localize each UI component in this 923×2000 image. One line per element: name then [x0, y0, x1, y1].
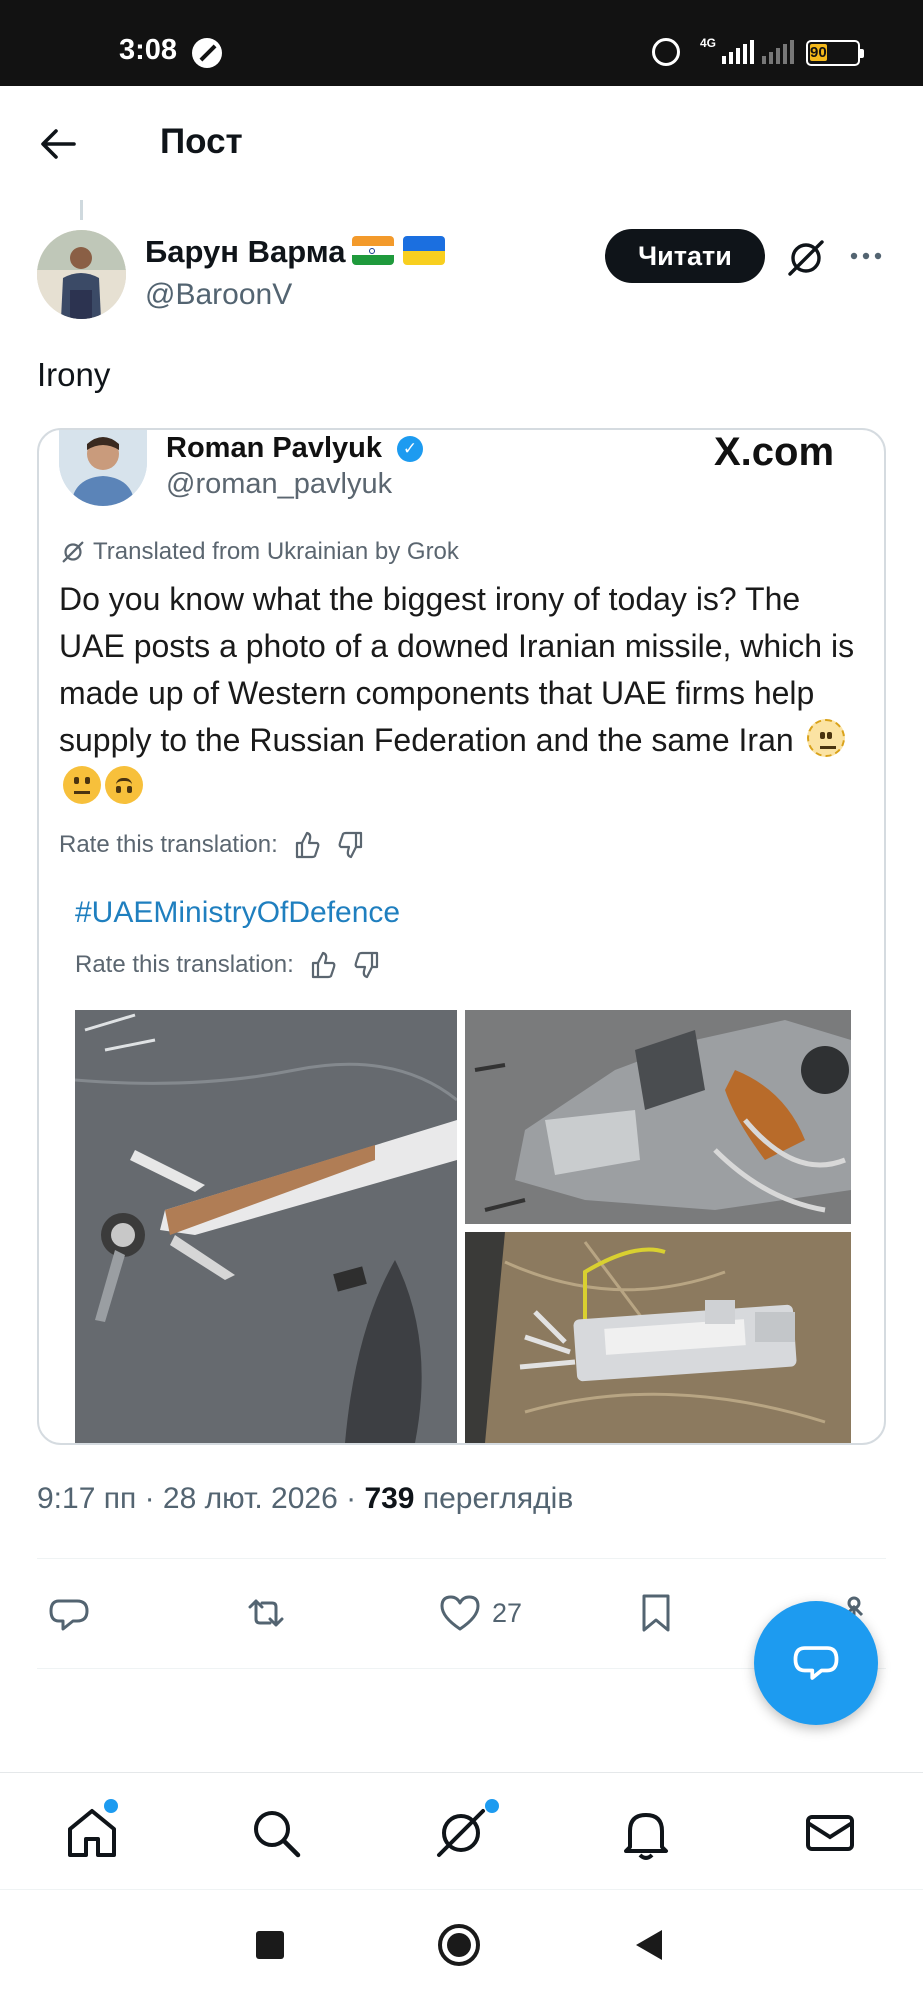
compose-reply-button[interactable] — [754, 1601, 878, 1725]
recents-button[interactable] — [256, 1931, 284, 1959]
grok-notification-dot — [485, 1799, 499, 1813]
grok-icon — [788, 240, 824, 276]
views-label: переглядів — [422, 1482, 574, 1515]
electronics-photo[interactable] — [465, 1232, 851, 1443]
tweet-date: 28 лют. 2026 — [162, 1482, 338, 1515]
rate-translation-label: Rate this translation: — [59, 831, 278, 858]
embedded-author-handle: @roman_pavlyuk — [166, 468, 393, 500]
nav-home[interactable] — [62, 1799, 122, 1863]
author-name[interactable]: Барун Варма — [145, 234, 346, 270]
meta-separator: · — [144, 1482, 163, 1515]
meta-separator: · — [346, 1482, 365, 1515]
translation-note-text: Translated from Ukrainian by Grok — [93, 538, 459, 565]
ukraine-flag-icon — [403, 236, 445, 265]
rate-translation-row: Rate this translation: — [75, 950, 382, 980]
hashtag: #UAEMinistryOfDefence — [75, 896, 401, 929]
search-icon — [254, 1811, 301, 1858]
alarm-icon — [652, 38, 680, 66]
nav-grok[interactable] — [431, 1799, 499, 1863]
tweet-text: Irony — [37, 356, 111, 393]
status-bar: 3:08 4G 90 — [0, 0, 923, 86]
home-system-button[interactable] — [438, 1924, 480, 1966]
debris-photo-image — [465, 1010, 851, 1224]
more-dots-icon — [850, 252, 882, 260]
thread-line — [80, 200, 83, 220]
home-notification-dot — [104, 1799, 118, 1813]
thumbs-up-icon — [311, 951, 336, 979]
grok-icon — [437, 1809, 485, 1857]
thumbs-up-icon — [295, 831, 320, 859]
upside-down-face-emoji — [105, 766, 143, 804]
more-button[interactable] — [846, 236, 886, 276]
thumbs-down-icon — [354, 951, 378, 979]
missile-photo[interactable] — [75, 1010, 457, 1443]
rate-translation-label: Rate this translation: — [75, 951, 294, 978]
source-label: X.com — [714, 430, 835, 474]
embedded-body-text: Do you know what the biggest irony of to… — [59, 581, 855, 758]
translation-note: Translated from Ukrainian by Grok — [59, 538, 459, 566]
author-handle[interactable]: @BaroonV — [145, 278, 292, 312]
like-count: 27 — [492, 1597, 523, 1628]
india-flag-icon — [352, 236, 394, 265]
nav-search[interactable] — [246, 1803, 306, 1863]
network-type: 4G — [700, 36, 717, 50]
bookmark-button[interactable] — [634, 1588, 678, 1638]
bottom-navigation — [0, 1772, 923, 1889]
rate-translation-row: Rate this translation: — [59, 830, 366, 860]
grok-icon — [62, 541, 84, 563]
nav-messages[interactable] — [800, 1803, 860, 1863]
back-button[interactable] — [36, 122, 80, 166]
like-button[interactable]: 27 — [438, 1588, 522, 1638]
neutral-face-emoji — [63, 766, 101, 804]
back-system-button[interactable] — [636, 1930, 662, 1960]
repost-button[interactable] — [244, 1588, 288, 1638]
grok-button[interactable] — [784, 236, 828, 280]
follow-button[interactable]: Читати — [605, 229, 765, 283]
system-navigation — [0, 1889, 923, 2000]
repost-icon — [248, 1599, 284, 1627]
tweet-time: 9:17 пп — [37, 1482, 137, 1515]
debris-photo[interactable] — [465, 1010, 851, 1224]
missile-photo-image — [75, 1010, 457, 1443]
avatar-image — [37, 230, 126, 319]
neutral-face-emoji — [806, 719, 845, 757]
do-not-disturb-icon — [192, 38, 222, 68]
embedded-avatar — [59, 430, 147, 506]
signal-sim2-icon — [762, 40, 794, 64]
reply-icon — [49, 1599, 89, 1631]
verified-badge-icon: ✓ — [397, 436, 423, 462]
tweet-image-card[interactable]: Roman Pavlyuk ✓ @roman_pavlyuk X.com Tra… — [37, 428, 886, 1445]
embedded-avatar-image — [59, 430, 147, 506]
author-avatar[interactable] — [37, 230, 126, 319]
embedded-author-name: Roman Pavlyuk — [166, 432, 382, 464]
arrow-left-icon — [41, 129, 76, 159]
tweet-meta: 9:17 пп · 28 лют. 2026 · 739 переглядів — [37, 1482, 573, 1516]
battery-level: 90 — [810, 44, 827, 61]
reply-button[interactable] — [47, 1588, 91, 1638]
nav-notifications[interactable] — [616, 1803, 676, 1863]
status-time: 3:08 — [119, 34, 178, 66]
views-count: 739 — [364, 1482, 415, 1515]
heart-icon — [440, 1595, 480, 1631]
mail-icon — [806, 1815, 854, 1851]
divider — [37, 1558, 886, 1559]
battery-icon: 90 — [806, 40, 864, 66]
top-bar: Пост — [0, 86, 923, 198]
thumbs-down-icon — [338, 831, 362, 859]
bookmark-icon — [642, 1594, 670, 1632]
chat-bubble-icon — [793, 1646, 839, 1680]
electronics-photo-image — [465, 1232, 851, 1443]
bell-icon — [624, 1813, 668, 1860]
page-title: Пост — [160, 122, 243, 161]
embedded-body: Do you know what the biggest irony of to… — [59, 576, 874, 811]
signal-icon — [722, 40, 754, 64]
